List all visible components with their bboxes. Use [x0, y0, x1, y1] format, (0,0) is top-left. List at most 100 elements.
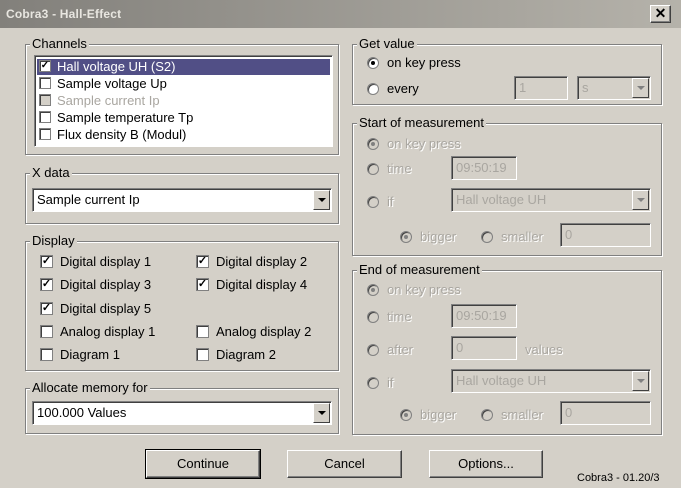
label-digital-display-5: Digital display 5: [60, 301, 152, 316]
radio-get-every[interactable]: [367, 83, 379, 95]
radio-start-smaller: [481, 231, 493, 243]
chevron-down-icon: [318, 411, 326, 415]
radio-end-time: [367, 311, 379, 323]
label-start-time: time: [387, 161, 412, 176]
start-time-input: 09:50:19: [451, 156, 517, 180]
checkbox-analog-display-1[interactable]: [40, 325, 53, 338]
channel-item-sample-voltage[interactable]: Sample voltage Up: [37, 76, 330, 92]
label-end-smaller: smaller: [501, 407, 543, 422]
memory-select[interactable]: 100.000 Values: [32, 401, 332, 425]
radio-end-smaller: [481, 409, 493, 421]
end-time-value: 09:50:19: [456, 308, 507, 323]
start-if-dropdown-button: [632, 190, 649, 210]
end-time-input: 09:50:19: [451, 304, 517, 328]
start-threshold-input: 0: [560, 223, 651, 247]
memory-dropdown-button[interactable]: [313, 403, 330, 423]
label-analog-display-2: Analog display 2: [216, 324, 312, 339]
radio-dot: [371, 288, 375, 292]
radio-start-if: [367, 196, 379, 208]
radio-start-on-key-press: [367, 138, 379, 150]
xdata-select[interactable]: Sample current Ip: [32, 188, 332, 212]
label-end-if: if: [387, 375, 394, 390]
end-threshold-input: 0: [560, 401, 651, 425]
xdata-group: X data Sample current Ip: [25, 165, 339, 224]
close-button[interactable]: ✕: [650, 5, 671, 23]
label-start-if: if: [387, 194, 394, 209]
dialog-window: Cobra3 - Hall-Effect ✕ Channels ✓ Hall v…: [0, 0, 681, 488]
window-title: Cobra3 - Hall-Effect: [6, 7, 122, 21]
label-get-every: every: [387, 81, 419, 96]
channel-checkbox[interactable]: [39, 77, 51, 89]
label-diagram-2: Diagram 2: [216, 347, 276, 362]
channel-label: Sample temperature Tp: [57, 110, 194, 125]
end-after-value: 0: [456, 340, 464, 355]
radio-dot: [371, 61, 375, 65]
checkbox-diagram-1[interactable]: [40, 348, 53, 361]
checkbox-digital-display-3[interactable]: ✓: [40, 278, 53, 291]
cancel-button[interactable]: Cancel: [287, 450, 402, 478]
continue-button[interactable]: Continue: [145, 449, 261, 479]
start-legend: Start of measurement: [357, 115, 486, 131]
start-time-value: 09:50:19: [456, 160, 507, 175]
start-if-value: Hall voltage UH: [456, 192, 547, 207]
label-start-smaller: smaller: [501, 229, 543, 244]
channel-item-hall-voltage[interactable]: ✓ Hall voltage UH (S2): [37, 59, 330, 75]
options-button[interactable]: Options...: [429, 450, 543, 478]
checkbox-digital-display-5[interactable]: ✓: [40, 302, 53, 315]
memory-group: Allocate memory for 100.000 Values: [25, 380, 339, 434]
display-group: Display ✓ Digital display 1 ✓ Digital di…: [25, 233, 339, 371]
channel-checkbox: [39, 94, 51, 106]
checkbox-digital-display-1[interactable]: ✓: [40, 255, 53, 268]
every-unit-select: s: [577, 76, 651, 100]
get-value-legend: Get value: [357, 36, 417, 52]
radio-dot: [371, 142, 375, 146]
every-interval-input: 1: [514, 76, 568, 100]
every-interval-value: 1: [519, 80, 527, 95]
label-end-on-key-press: on key press: [387, 282, 461, 297]
memory-legend: Allocate memory for: [30, 380, 150, 396]
chevron-down-icon: [318, 198, 326, 202]
radio-dot: [404, 413, 408, 417]
channels-list[interactable]: ✓ Hall voltage UH (S2) Sample voltage Up…: [34, 55, 333, 147]
chevron-down-icon: [637, 379, 645, 383]
continue-label: Continue: [176, 456, 230, 471]
channel-item-sample-temperature[interactable]: Sample temperature Tp: [37, 110, 330, 126]
checkbox-digital-display-4[interactable]: ✓: [196, 278, 209, 291]
end-if-dropdown-button: [632, 371, 649, 391]
end-legend: End of measurement: [357, 262, 482, 278]
label-digital-display-3: Digital display 3: [60, 277, 152, 292]
unit-dropdown-button: [632, 78, 649, 98]
end-after-input: 0: [451, 336, 517, 360]
label-start-bigger: bigger: [420, 229, 457, 244]
cancel-label: Cancel: [324, 456, 365, 471]
channel-checkbox[interactable]: [39, 128, 51, 140]
radio-end-bigger: [400, 409, 412, 421]
channel-label: Hall voltage UH (S2): [57, 59, 176, 74]
end-if-value: Hall voltage UH: [456, 373, 547, 388]
channel-checkbox[interactable]: [39, 111, 51, 123]
chevron-down-icon: [637, 198, 645, 202]
options-label: Options...: [458, 456, 514, 471]
xdata-dropdown-button[interactable]: [313, 190, 330, 210]
start-measurement-group: Start of measurement on key press time 0…: [352, 115, 662, 256]
channel-checkbox[interactable]: ✓: [39, 60, 51, 72]
close-icon: ✕: [654, 5, 667, 21]
title-bar: Cobra3 - Hall-Effect ✕: [0, 0, 681, 28]
start-if-select: Hall voltage UH: [451, 188, 651, 212]
radio-start-bigger: [400, 231, 412, 243]
get-value-group: Get value on key press every 1 s: [352, 36, 662, 105]
every-unit-value: s: [582, 80, 589, 95]
radio-end-on-key-press: [367, 284, 379, 296]
checkbox-diagram-2[interactable]: [196, 348, 209, 361]
checkbox-digital-display-2[interactable]: ✓: [196, 255, 209, 268]
radio-end-after: [367, 344, 379, 356]
channel-item-sample-current[interactable]: Sample current Ip: [37, 93, 330, 109]
channel-item-flux-density[interactable]: Flux density B (Modul): [37, 127, 330, 143]
memory-value: 100.000 Values: [37, 405, 127, 420]
radio-get-on-key-press[interactable]: [367, 57, 379, 69]
end-if-select: Hall voltage UH: [451, 369, 651, 393]
radio-end-if: [367, 377, 379, 389]
checkbox-analog-display-2[interactable]: [196, 325, 209, 338]
label-end-values: values: [525, 342, 563, 357]
label-start-on-key-press: on key press: [387, 136, 461, 151]
